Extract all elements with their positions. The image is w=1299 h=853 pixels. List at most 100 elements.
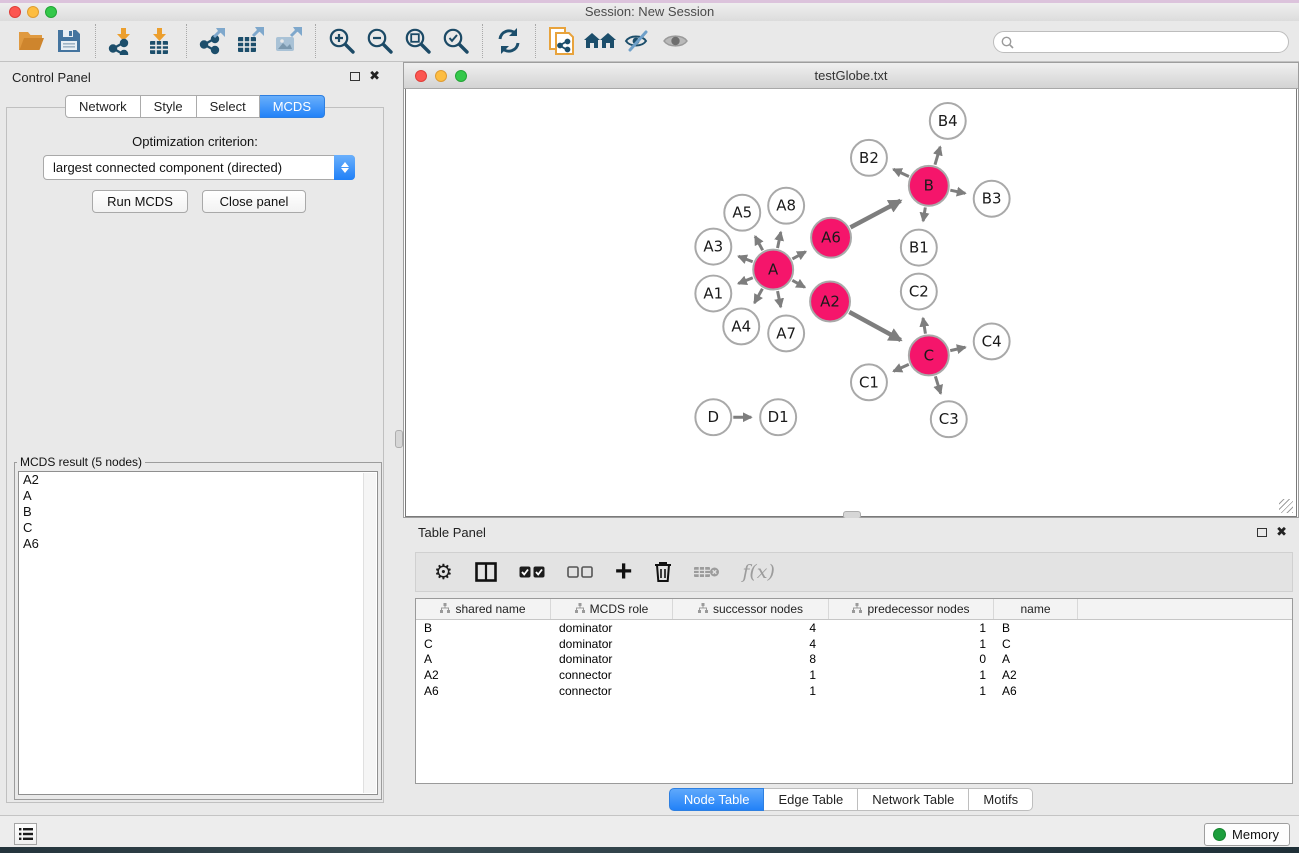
table-row[interactable]: Bdominator41B <box>416 620 1292 636</box>
graph-node-A1[interactable]: A1 <box>695 276 731 312</box>
graph-edge-B-B4[interactable] <box>935 147 940 165</box>
close-panel-button[interactable]: Close panel <box>202 190 306 213</box>
task-history-button[interactable] <box>14 823 37 845</box>
show-all-icon[interactable] <box>657 24 695 58</box>
column-header-predecessor-nodes[interactable]: predecessor nodes <box>829 599 994 619</box>
graph-edge-A-A7[interactable] <box>778 291 781 307</box>
network-canvas[interactable]: B4B2BB3A5A8A6B1A3AC2A1A2A4A7C4CC1C3DD1 <box>405 89 1297 517</box>
maximize-window-icon[interactable] <box>45 6 57 18</box>
export-table-icon[interactable] <box>232 24 270 58</box>
graph-edge-A-A6[interactable] <box>792 252 805 259</box>
result-item[interactable]: C <box>19 520 377 536</box>
result-item[interactable]: A2 <box>19 472 377 488</box>
minimize-network-icon[interactable] <box>435 70 447 82</box>
graph-node-B1[interactable]: B1 <box>901 230 937 266</box>
tab-mcds[interactable]: MCDS <box>260 95 325 118</box>
graph-edge-A-A3[interactable] <box>738 256 752 261</box>
hide-selected-icon[interactable] <box>619 24 657 58</box>
scrollbar-track[interactable] <box>363 473 376 793</box>
graph-edge-A-A2[interactable] <box>792 280 804 287</box>
tab-node-table[interactable]: Node Table <box>669 788 765 811</box>
close-window-icon[interactable] <box>9 6 21 18</box>
export-network-icon[interactable] <box>194 24 232 58</box>
graph-node-D[interactable]: D <box>695 399 731 435</box>
graph-edge-B-B1[interactable] <box>923 207 925 221</box>
graph-node-B4[interactable]: B4 <box>930 103 966 139</box>
resize-grip-icon[interactable] <box>1279 499 1293 513</box>
network-graph[interactable]: B4B2BB3A5A8A6B1A3AC2A1A2A4A7C4CC1C3DD1 <box>406 89 1296 516</box>
graph-node-C2[interactable]: C2 <box>901 274 937 310</box>
import-table-icon[interactable] <box>141 24 179 58</box>
graph-node-B2[interactable]: B2 <box>851 140 887 176</box>
graph-edge-C-C1[interactable] <box>894 364 909 371</box>
graph-edge-C-C2[interactable] <box>923 318 925 334</box>
graph-node-D1[interactable]: D1 <box>760 399 796 435</box>
float-panel-icon[interactable] <box>350 72 360 81</box>
search-input[interactable] <box>1018 33 1288 51</box>
column-header-successor-nodes[interactable]: successor nodes <box>673 599 829 619</box>
save-session-icon[interactable] <box>50 24 88 58</box>
table-row[interactable]: Cdominator41C <box>416 636 1292 652</box>
function-builder-icon[interactable]: f(x) <box>742 557 775 587</box>
select-stepper-icon[interactable] <box>334 155 355 180</box>
table-row[interactable]: A6connector11A6 <box>416 683 1292 699</box>
graph-node-A3[interactable]: A3 <box>695 229 731 265</box>
run-mcds-button[interactable]: Run MCDS <box>92 190 188 213</box>
result-item[interactable]: A6 <box>19 536 377 552</box>
tab-select[interactable]: Select <box>197 95 260 118</box>
open-file-icon[interactable] <box>12 24 50 58</box>
graph-node-C[interactable]: C <box>909 335 949 375</box>
column-view-icon[interactable] <box>475 557 497 587</box>
minimize-window-icon[interactable] <box>27 6 39 18</box>
select-all-icon[interactable] <box>519 557 545 587</box>
column-header-mcds-role[interactable]: MCDS role <box>551 599 673 619</box>
result-item[interactable]: A <box>19 488 377 504</box>
graph-node-A6[interactable]: A6 <box>811 218 851 258</box>
graph-edge-A-A5[interactable] <box>755 236 763 250</box>
graph-edge-C-C3[interactable] <box>935 376 940 393</box>
refresh-icon[interactable] <box>490 24 528 58</box>
graph-edge-A-A8[interactable] <box>778 232 781 248</box>
graph-node-A8[interactable]: A8 <box>768 188 804 224</box>
graph-edge-B-B3[interactable] <box>950 190 965 193</box>
graph-node-A5[interactable]: A5 <box>724 195 760 231</box>
memory-button[interactable]: Memory <box>1204 823 1290 846</box>
search-field[interactable] <box>993 31 1289 53</box>
graph-node-C3[interactable]: C3 <box>931 401 967 437</box>
delete-column-icon[interactable] <box>654 557 672 587</box>
maximize-network-icon[interactable] <box>455 70 467 82</box>
export-image-icon[interactable] <box>270 24 308 58</box>
graph-node-C1[interactable]: C1 <box>851 364 887 400</box>
table-row[interactable]: Adominator80A <box>416 652 1292 668</box>
zoom-selected-icon[interactable] <box>437 24 475 58</box>
table-settings-icon[interactable]: ⚙ <box>434 557 453 587</box>
float-panel-icon[interactable] <box>1257 528 1267 537</box>
import-network-icon[interactable] <box>103 24 141 58</box>
graph-node-A[interactable]: A <box>753 250 793 290</box>
tab-edge-table[interactable]: Edge Table <box>764 788 858 811</box>
app-titlebar[interactable]: Session: New Session <box>0 3 1299 21</box>
column-header-name[interactable]: name <box>994 599 1078 619</box>
graph-node-A7[interactable]: A7 <box>768 315 804 351</box>
close-network-icon[interactable] <box>415 70 427 82</box>
tab-network[interactable]: Network <box>65 95 141 118</box>
node-table[interactable]: shared nameMCDS rolesuccessor nodesprede… <box>415 598 1293 784</box>
graph-edge-C-C4[interactable] <box>950 347 965 350</box>
zoom-in-icon[interactable] <box>323 24 361 58</box>
graph-node-B[interactable]: B <box>909 166 949 206</box>
graph-edge-A-A4[interactable] <box>754 289 762 303</box>
network-window-titlebar[interactable]: testGlobe.txt <box>404 63 1298 89</box>
column-header-shared-name[interactable]: shared name <box>416 599 551 619</box>
deselect-all-icon[interactable] <box>567 557 593 587</box>
graph-edge-A-A1[interactable] <box>738 278 752 284</box>
close-panel-icon[interactable]: ✖ <box>1276 527 1287 537</box>
zoom-out-icon[interactable] <box>361 24 399 58</box>
tab-motifs[interactable]: Motifs <box>969 788 1033 811</box>
mcds-result-list[interactable]: A2ABCA6 <box>18 471 378 795</box>
tab-network-table[interactable]: Network Table <box>858 788 969 811</box>
graph-edge-A2-C[interactable] <box>849 312 900 340</box>
criterion-select[interactable]: largest connected component (directed) <box>43 155 355 180</box>
graph-node-A2[interactable]: A2 <box>810 282 850 322</box>
table-row[interactable]: A2connector11A2 <box>416 667 1292 683</box>
duplicate-network-icon[interactable] <box>543 24 581 58</box>
